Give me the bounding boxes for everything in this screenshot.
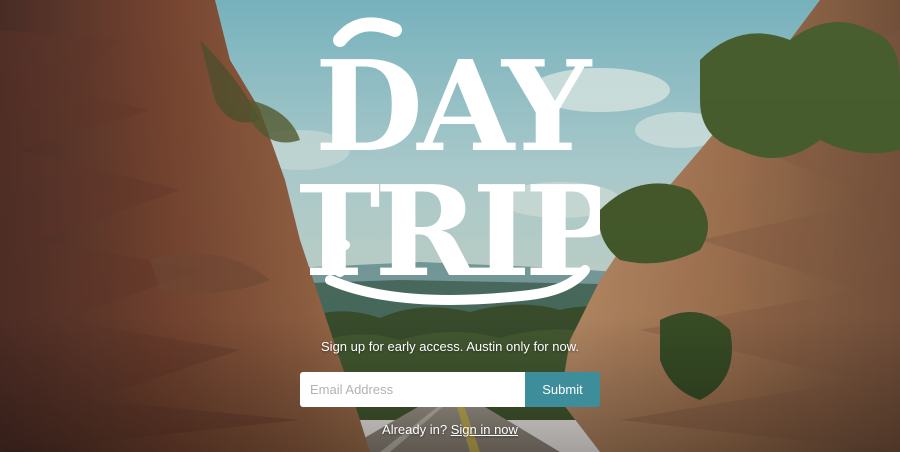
logo-wordmark: DAY TRIP: [300, 17, 600, 305]
day-trip-logo: DAY TRIP: [300, 10, 600, 320]
sign-in-link[interactable]: Sign in now: [451, 422, 518, 437]
tagline: Sign up for early access. Austin only fo…: [321, 339, 579, 354]
signin-row: Already in? Sign in now: [0, 422, 900, 437]
signup-form: Submit: [300, 372, 600, 407]
logo-line-trip: TRIP: [300, 159, 600, 305]
email-input[interactable]: [300, 372, 525, 407]
submit-button[interactable]: Submit: [525, 372, 600, 407]
signin-prompt: Already in?: [382, 422, 448, 437]
